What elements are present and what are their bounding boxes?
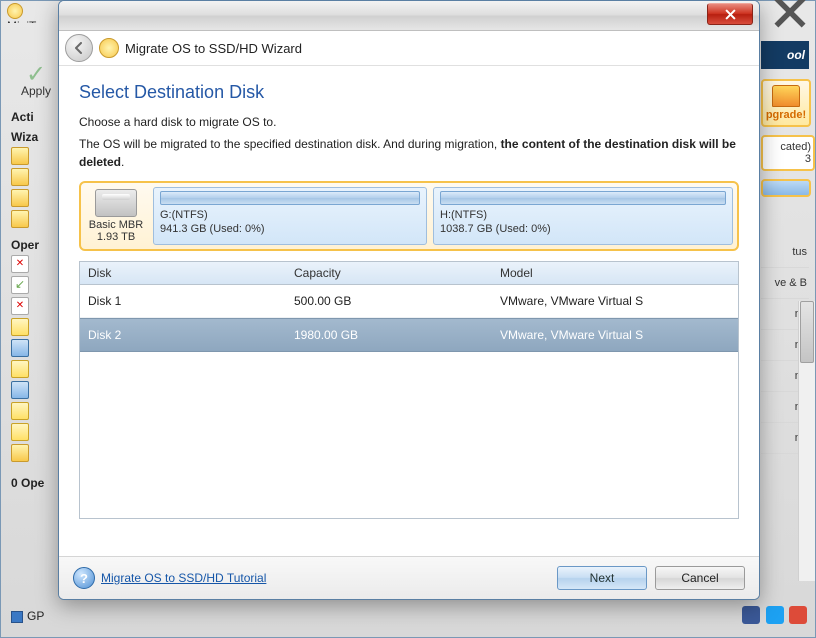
section-wizards: Wiza bbox=[11, 130, 61, 144]
disk-type: Basic MBR bbox=[89, 219, 143, 231]
legend-chip bbox=[11, 611, 23, 623]
left-toolbar: ✓ Apply Acti Wiza Oper ✕ ↙ ✕ 0 Ope bbox=[11, 56, 61, 490]
cell-model: VMware, VMware Virtual S bbox=[492, 294, 738, 308]
right-info-text: cated) bbox=[765, 141, 811, 153]
wizard-header: Migrate OS to SSD/HD Wizard bbox=[59, 31, 759, 66]
op-icon[interactable] bbox=[11, 444, 29, 462]
upgrade-button[interactable]: pgrade! bbox=[761, 79, 811, 127]
app-icon bbox=[7, 3, 23, 19]
op-icon[interactable]: ↙ bbox=[11, 276, 29, 294]
scrollbar[interactable] bbox=[798, 301, 815, 581]
cart-icon bbox=[772, 85, 800, 107]
col-model-header[interactable]: Model bbox=[492, 266, 738, 280]
next-button[interactable]: Next bbox=[557, 566, 647, 590]
partition-label: H:(NTFS) bbox=[440, 209, 726, 223]
disk-preview: Basic MBR 1.93 TB G:(NTFS) 941.3 GB (Use… bbox=[79, 181, 739, 251]
pending-ops: 0 Ope bbox=[11, 476, 61, 490]
page-heading: Select Destination Disk bbox=[79, 82, 739, 103]
op-icon[interactable] bbox=[11, 381, 29, 399]
cell-disk: Disk 1 bbox=[80, 294, 286, 308]
apply-label: Apply bbox=[11, 84, 61, 98]
googleplus-icon[interactable] bbox=[789, 606, 807, 624]
app-icon bbox=[99, 38, 119, 58]
cancel-button[interactable]: Cancel bbox=[655, 566, 745, 590]
disk-icon bbox=[95, 189, 137, 217]
instruction-line1: Choose a hard disk to migrate OS to. bbox=[79, 113, 739, 131]
cell-model: VMware, VMware Virtual S bbox=[492, 328, 738, 342]
facebook-icon[interactable] bbox=[742, 606, 760, 624]
main-title-text: MiniT bbox=[7, 19, 36, 23]
social-icons bbox=[740, 606, 807, 627]
wizard-title: Migrate OS to SSD/HD Wizard bbox=[125, 41, 302, 56]
right-info-box: cated) 3 bbox=[761, 135, 815, 171]
right-partition-bar bbox=[761, 179, 811, 197]
instruction-text: Choose a hard disk to migrate OS to. The… bbox=[79, 113, 739, 171]
legend-label: GP bbox=[27, 609, 44, 623]
table-row[interactable]: Disk 1 500.00 GB VMware, VMware Virtual … bbox=[80, 285, 738, 318]
back-button[interactable] bbox=[65, 34, 93, 62]
col-capacity-header[interactable]: Capacity bbox=[286, 266, 492, 280]
wiz-icon[interactable] bbox=[11, 189, 29, 207]
wizard-footer: ? Migrate OS to SSD/HD Tutorial Next Can… bbox=[59, 556, 759, 599]
partition-usage-bar bbox=[160, 191, 420, 205]
op-icon[interactable] bbox=[11, 339, 29, 357]
op-icon[interactable]: ✕ bbox=[11, 255, 29, 273]
twitter-icon[interactable] bbox=[766, 606, 784, 624]
table-header: Disk Capacity Model bbox=[80, 262, 738, 285]
partition-usage-bar bbox=[440, 191, 726, 205]
wiz-icon[interactable] bbox=[11, 210, 29, 228]
list-item: ve & B bbox=[761, 268, 809, 299]
main-window-title: MiniT bbox=[7, 3, 47, 23]
cell-capacity: 500.00 GB bbox=[286, 294, 492, 308]
op-icon[interactable] bbox=[11, 318, 29, 336]
bg-window-controls[interactable] bbox=[773, 3, 807, 21]
op-icon[interactable]: ✕ bbox=[11, 297, 29, 315]
partition-block[interactable]: G:(NTFS) 941.3 GB (Used: 0%) bbox=[153, 187, 427, 245]
partition-block[interactable]: H:(NTFS) 1038.7 GB (Used: 0%) bbox=[433, 187, 733, 245]
scrollbar-thumb[interactable] bbox=[800, 301, 814, 363]
partition-size: 1038.7 GB (Used: 0%) bbox=[440, 223, 726, 237]
section-operations: Oper bbox=[11, 238, 61, 252]
disk-size: 1.93 TB bbox=[97, 231, 135, 243]
op-icon[interactable] bbox=[11, 423, 29, 441]
disk-table: Disk Capacity Model Disk 1 500.00 GB VMw… bbox=[79, 261, 739, 519]
close-button[interactable] bbox=[707, 3, 753, 25]
wiz-icon[interactable] bbox=[11, 168, 29, 186]
apply-icon[interactable]: ✓ bbox=[21, 60, 51, 80]
op-icon[interactable] bbox=[11, 402, 29, 420]
wiz-icon[interactable] bbox=[11, 147, 29, 165]
right-info-text: 3 bbox=[765, 153, 811, 165]
upgrade-label: pgrade! bbox=[763, 109, 809, 121]
legend: GP bbox=[11, 609, 44, 623]
tutorial-link[interactable]: Migrate OS to SSD/HD Tutorial bbox=[101, 571, 266, 585]
titlebar bbox=[59, 1, 759, 31]
wizard-body: Select Destination Disk Choose a hard di… bbox=[59, 66, 759, 527]
brand-logo: ool bbox=[761, 41, 809, 69]
status-header: tus bbox=[761, 237, 809, 268]
partition-size: 941.3 GB (Used: 0%) bbox=[160, 223, 420, 237]
cell-capacity: 1980.00 GB bbox=[286, 328, 492, 342]
cell-disk: Disk 2 bbox=[80, 328, 286, 342]
section-actions: Acti bbox=[11, 110, 61, 124]
disk-summary: Basic MBR 1.93 TB bbox=[85, 187, 147, 245]
migrate-wizard-dialog: Migrate OS to SSD/HD Wizard Select Desti… bbox=[58, 0, 760, 600]
table-row[interactable]: Disk 2 1980.00 GB VMware, VMware Virtual… bbox=[80, 318, 738, 352]
instruction-line2: The OS will be migrated to the specified… bbox=[79, 135, 739, 171]
help-icon[interactable]: ? bbox=[73, 567, 95, 589]
partition-label: G:(NTFS) bbox=[160, 209, 420, 223]
op-icon[interactable] bbox=[11, 360, 29, 378]
col-disk-header[interactable]: Disk bbox=[80, 266, 286, 280]
